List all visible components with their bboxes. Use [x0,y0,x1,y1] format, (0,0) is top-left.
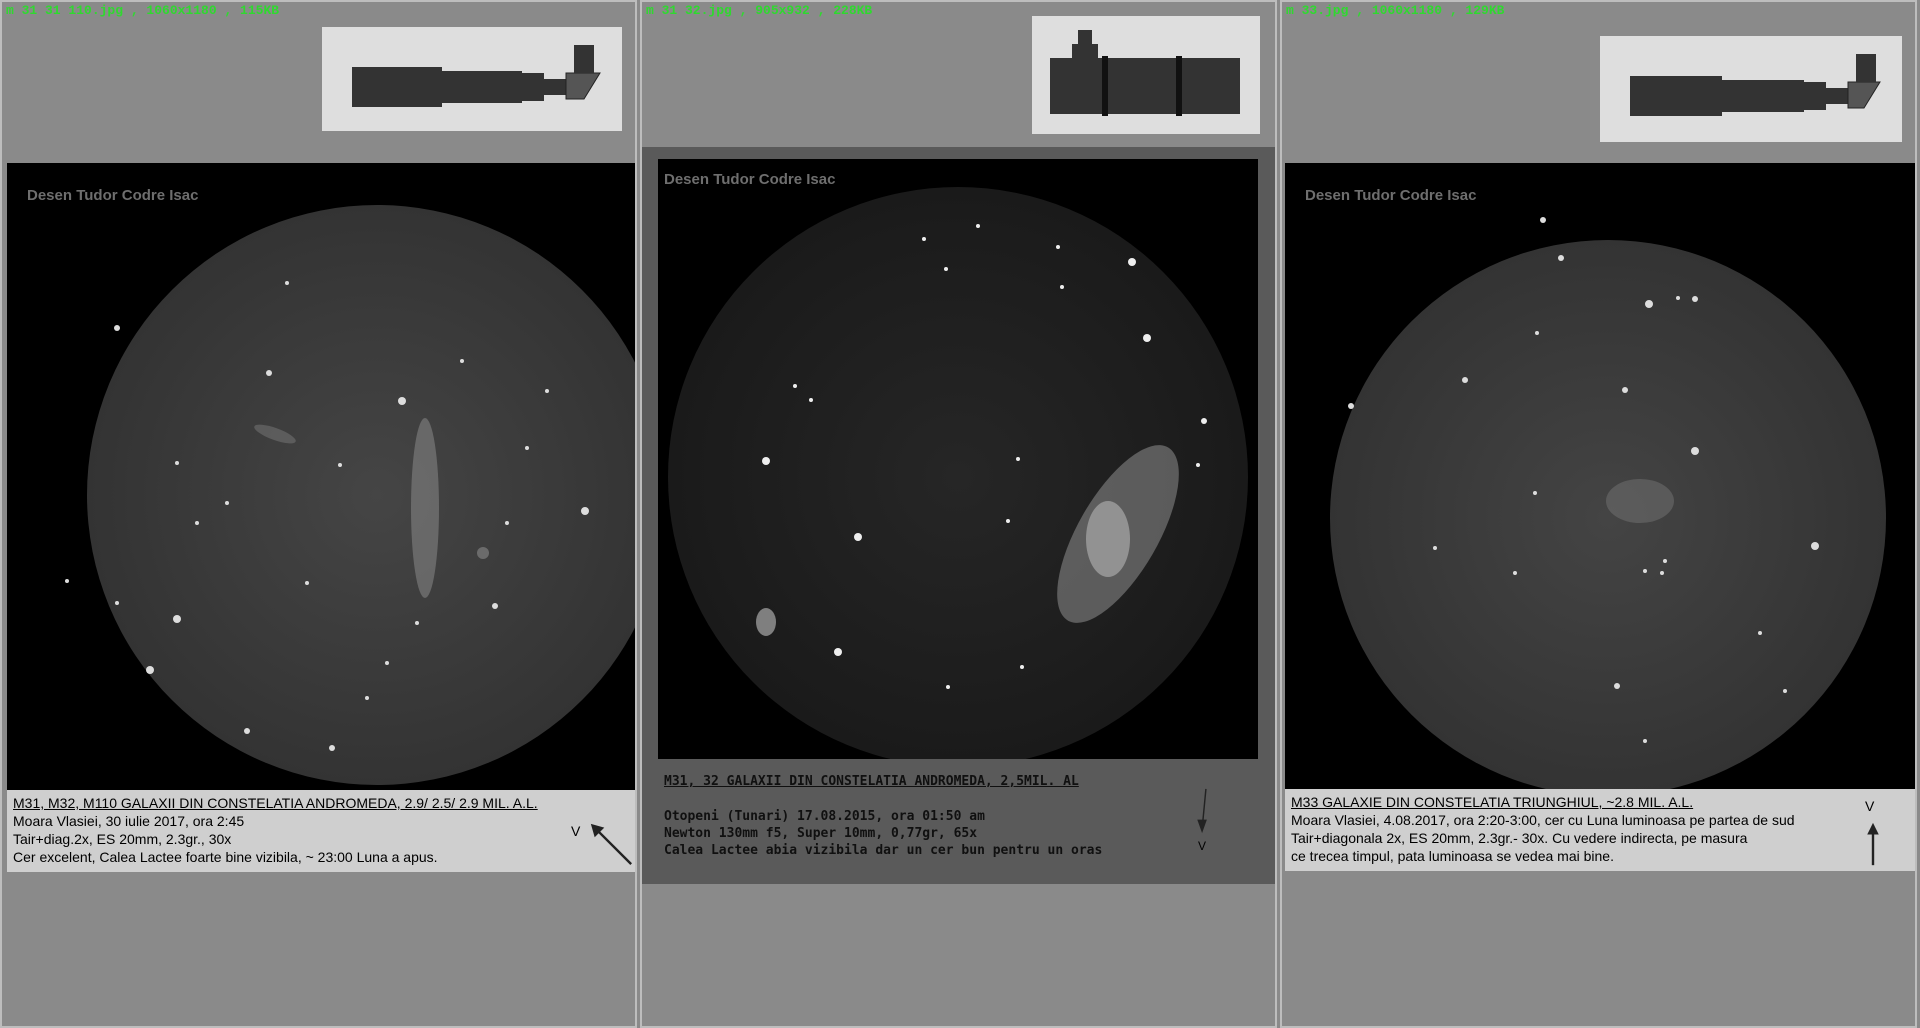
refractor-diagonal-icon [352,45,601,107]
image-panel-m31-m32[interactable]: m 31 32.jpg , 905x932 , 228KB Desen Tudo… [640,0,1277,1028]
telescope-diagram [1600,36,1902,142]
watermark: Desen Tudor Codre Isac [27,187,199,204]
image-panel-m33[interactable]: m 33.jpg , 1060x1180 , 129KB Desen Tudor… [1280,0,1917,1028]
telescope-diagram [1032,16,1260,134]
north-marker: V [571,823,581,839]
direction-arrow-icon [1867,822,1879,866]
file-header: m 31 32.jpg , 905x932 , 228KB [646,3,873,18]
caption-line: Calea Lactee abia vizibila dar un cer bu… [664,843,1103,858]
caption-line: Moara Vlasiei, 4.08.2017, ora 2:20-3:00,… [1291,812,1795,828]
direction-arrow-icon [590,823,633,866]
caption-panel: M31, 32 GALAXII DIN CONSTELATIA ANDROMED… [664,773,1244,859]
caption-title: M31, M32, M110 GALAXII DIN CONSTELATIA A… [13,795,538,811]
newtonian-tube-icon [1050,30,1240,116]
image-panel-m31-m32-m110[interactable]: m 31 31 110.jpg , 1060x1180 , 115KB Dese… [0,0,637,1028]
telescope-diagram [322,27,622,131]
sketch-frame: Desen Tudor Codre Isac M31, 32 GALAXII D… [642,147,1275,884]
sketch-image: Desen Tudor Codre Isac [7,163,635,790]
caption-line: Tair+diagonala 2x, ES 20mm, 2.3gr.- 30x.… [1291,830,1748,846]
direction-arrow-icon [1197,788,1207,834]
caption-panel: M33 GALAXIE DIN CONSTELATIA TRIUNGHIUL, … [1285,789,1915,871]
caption-line: Tair+diag.2x, ES 20mm, 2.3gr., 30x [13,831,232,847]
caption-line: Moara Vlasiei, 30 iulie 2017, ora 2:45 [13,813,245,829]
sketch-image: Desen Tudor Codre Isac [658,159,1258,759]
sketch-image: Desen Tudor Codre Isac [1285,163,1915,789]
file-header: m 31 31 110.jpg , 1060x1180 , 115KB [6,3,280,18]
watermark: Desen Tudor Codre Isac [664,171,836,188]
sketch-drawing [65,205,635,785]
watermark: Desen Tudor Codre Isac [1305,187,1477,204]
caption-line: Cer excelent, Calea Lactee foarte bine v… [13,849,438,865]
caption-title: M31, 32 GALAXII DIN CONSTELATIA ANDROMED… [664,774,1079,789]
north-marker: V [1198,839,1207,853]
caption-line: Newton 130mm f5, Super 10mm, 0,77gr, 65x [664,826,978,841]
sketch-drawing [668,187,1248,759]
caption-title: M33 GALAXIE DIN CONSTELATIA TRIUNGHIUL, … [1291,794,1694,810]
file-header: m 33.jpg , 1060x1180 , 129KB [1286,3,1505,18]
sketch-drawing [1330,217,1886,789]
north-marker: V [1865,798,1875,814]
refractor-diagonal-icon [1630,54,1881,116]
caption-panel: M31, M32, M110 GALAXII DIN CONSTELATIA A… [7,790,635,872]
caption-line: Otopeni (Tunari) 17.08.2015, ora 01:50 a… [664,809,985,824]
caption-line: ce trecea timpul, pata luminoasa se vede… [1291,848,1614,864]
